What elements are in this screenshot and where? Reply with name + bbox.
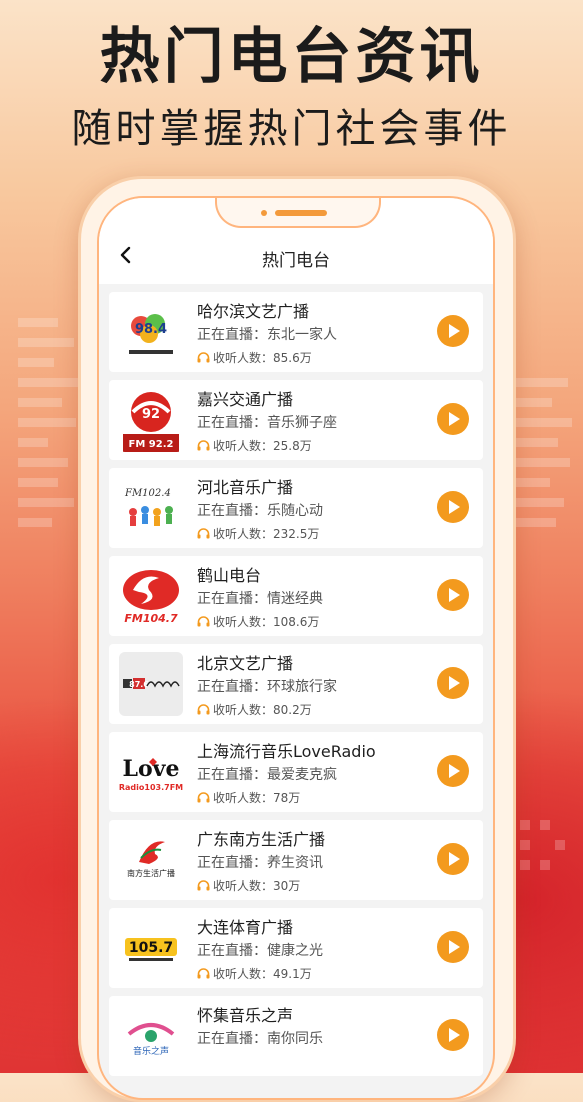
play-button[interactable]: [437, 931, 469, 963]
svg-text:92: 92: [142, 407, 160, 422]
listener-count: 收听人数： 78万: [197, 789, 300, 806]
listener-count: 收听人数： 49.1万: [197, 965, 312, 982]
play-button[interactable]: [437, 315, 469, 347]
station-name: 上海流行音乐LoveRadio: [197, 742, 376, 761]
logo-text: 98.4: [135, 322, 167, 337]
now-playing: 正在直播：情迷经典: [197, 591, 323, 607]
station-name: 鹤山电台: [197, 566, 262, 585]
svg-text:Radio103.7FM: Radio103.7FM: [119, 783, 183, 792]
now-playing: 正在直播：东北一家人: [197, 327, 337, 343]
play-button[interactable]: [437, 667, 469, 699]
logo-text: FM104.7: [124, 612, 178, 625]
station-name: 大连体育广播: [197, 918, 294, 937]
station-name: 嘉兴交通广播: [197, 390, 294, 409]
logo-text: 87.6: [129, 680, 149, 689]
now-playing: 正在直播：南你同乐: [197, 1031, 323, 1047]
listener-count: 收听人数： 80.2万: [197, 701, 312, 718]
now-playing: 正在直播：音乐狮子座: [197, 415, 337, 431]
dalian-sports-radio-logo: 105.7: [119, 916, 183, 980]
headphones-icon: [197, 440, 210, 451]
listener-count: 收听人数： 25.8万: [197, 437, 312, 454]
beijing-arts-radio-logo: 87.6: [119, 652, 183, 716]
play-button[interactable]: [437, 579, 469, 611]
listener-count: 收听人数： 108.6万: [197, 613, 319, 630]
headphones-icon: [197, 792, 210, 803]
station-item[interactable]: FM102.4 河北音乐广播 正在直播：乐随心动 收听人数： 232.5万: [109, 468, 483, 548]
logo-text: 南方生活广播: [127, 868, 175, 878]
play-button[interactable]: [437, 491, 469, 523]
now-playing: 正在直播：最爱麦克疯: [197, 767, 337, 783]
station-name: 怀集音乐之声: [197, 1006, 294, 1025]
station-list: 98.4 哈尔滨文艺广播 正在直播：东北一家人 收听人数：85.6万 92 F: [109, 292, 483, 1084]
logo-text: Love: [123, 756, 180, 782]
station-name: 河北音乐广播: [197, 478, 294, 497]
station-item[interactable]: FM104.7 鹤山电台 正在直播：情迷经典 收听人数： 108.6万: [109, 556, 483, 636]
station-item[interactable]: 92 FM 92.2 嘉兴交通广播 正在直播：音乐狮子座 收听人数： 25.8万: [109, 380, 483, 460]
subline: 随时掌握热门社会事件: [71, 106, 512, 152]
headphones-icon: [197, 352, 210, 363]
listener-count: 收听人数： 30万: [197, 877, 300, 894]
page-title: 热门电台: [262, 251, 330, 271]
heshan-radio-logo: FM104.7: [119, 564, 183, 628]
station-name: 北京文艺广播: [197, 654, 294, 673]
logo-text: FM 92.2: [129, 439, 174, 450]
headline: 热门电台资讯: [99, 22, 484, 92]
station-item[interactable]: 音乐之声 怀集音乐之声 正在直播：南你同乐: [109, 996, 483, 1076]
jiaxing-traffic-radio-logo: 92 FM 92.2: [119, 388, 183, 452]
phone-screen: 热门电台 98.4 哈尔滨文艺广播 正在直播：东北一家人 收听人数：85.6万: [97, 196, 495, 1100]
logo-text: 105.7: [129, 940, 173, 956]
station-item[interactable]: 87.6 北京文艺广播 正在直播：环球旅行家 收听人数： 80.2万: [109, 644, 483, 724]
hebei-music-radio-logo: FM102.4: [119, 476, 183, 540]
shanghai-love-radio-logo: Love Radio103.7FM: [119, 740, 183, 804]
play-button[interactable]: [437, 843, 469, 875]
now-playing: 正在直播：健康之光: [197, 943, 323, 959]
logo-text: 音乐之声: [133, 1045, 169, 1057]
play-button[interactable]: [437, 755, 469, 787]
listener-count: 收听人数： 232.5万: [197, 525, 319, 542]
phone-notch: [215, 198, 381, 228]
headphones-icon: [197, 704, 210, 715]
guangdong-south-life-radio-logo: 南方生活广播: [119, 828, 183, 892]
station-name: 广东南方生活广播: [197, 830, 326, 849]
station-name: 哈尔滨文艺广播: [197, 302, 310, 321]
listener-count: 收听人数： 85.6万: [197, 349, 312, 366]
station-item[interactable]: 南方生活广播 广东南方生活广播 正在直播：养生资讯 收听人数： 30万: [109, 820, 483, 900]
now-playing: 正在直播：养生资讯: [197, 855, 323, 871]
play-button[interactable]: [437, 1019, 469, 1051]
speaker-bar: [275, 210, 327, 216]
now-playing: 正在直播：环球旅行家: [197, 679, 337, 695]
headphones-icon: [197, 616, 210, 627]
harbin-arts-radio-logo: 98.4: [119, 300, 183, 364]
station-item[interactable]: Love Radio103.7FM 上海流行音乐LoveRadio 正在直播：最…: [109, 732, 483, 812]
play-button[interactable]: [437, 403, 469, 435]
camera-dot: [261, 210, 267, 216]
now-playing: 正在直播：乐随心动: [197, 503, 323, 519]
station-item[interactable]: 98.4 哈尔滨文艺广播 正在直播：东北一家人 收听人数： 85.6万: [109, 292, 483, 372]
logo-text: FM102.4: [124, 488, 171, 499]
headphones-icon: [197, 528, 210, 539]
station-item[interactable]: 105.7 大连体育广播 正在直播：健康之光 收听人数： 49.1万: [109, 908, 483, 988]
huaiji-music-radio-logo: 音乐之声: [119, 1004, 183, 1068]
headphones-icon: [197, 880, 210, 891]
headphones-icon: [197, 968, 210, 979]
